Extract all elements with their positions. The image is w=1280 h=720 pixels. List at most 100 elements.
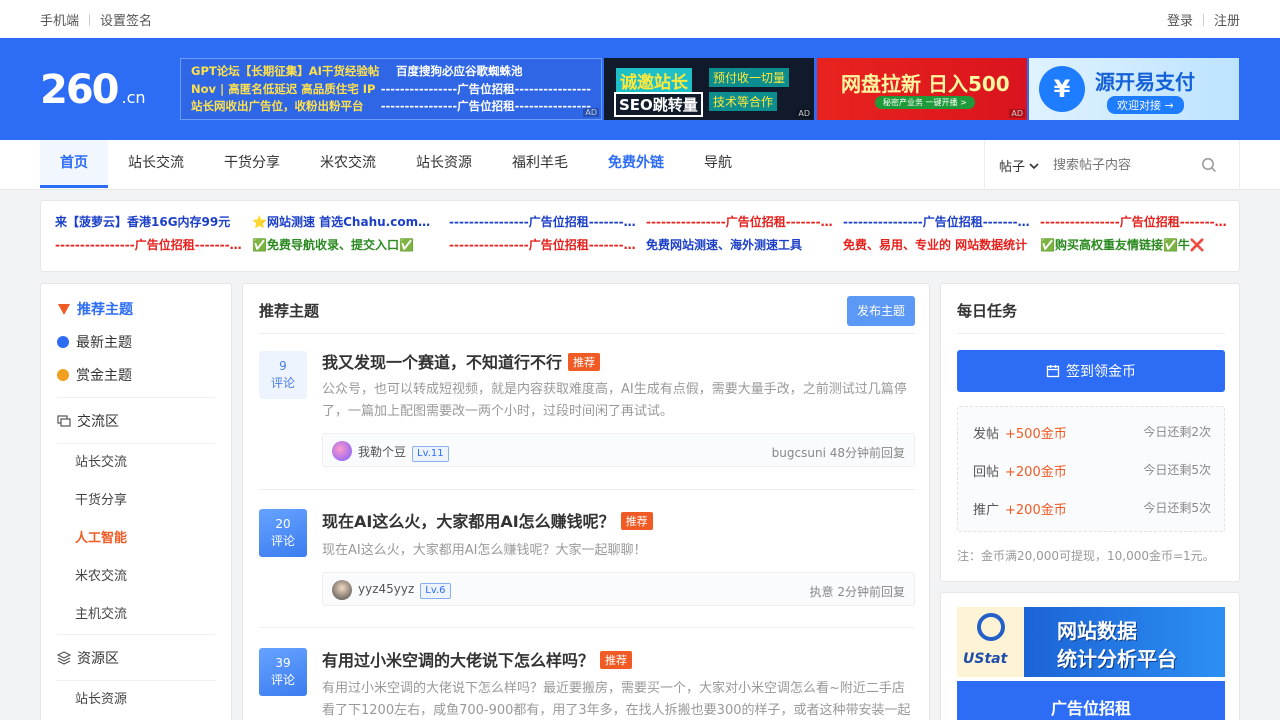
divider xyxy=(1202,13,1204,26)
text-ad-link[interactable]: Nov | 高匿名低延迟 高品质住宅 IP xyxy=(191,81,381,99)
site-logo[interactable]: 260 .cn xyxy=(40,68,146,120)
last-reply: bugcsuni 48分钟前回复 xyxy=(771,446,905,460)
sidebar-item-hosting[interactable]: 主机交流 xyxy=(57,596,215,634)
banner-text: 统计分析平台 xyxy=(1057,647,1177,671)
task-row: 发帖 +500金币 今日还剩2次 xyxy=(973,423,1211,442)
fire-icon xyxy=(58,303,70,315)
ad-link[interactable]: ----------------广告位招租---------------- xyxy=(1040,213,1237,231)
recommend-badge: 推荐 xyxy=(600,651,633,669)
banner-text: SEO跳转量 xyxy=(614,92,703,117)
new-topic-button[interactable]: 发布主题 xyxy=(847,296,915,326)
nav-directory[interactable]: 导航 xyxy=(684,140,752,188)
mobile-link[interactable]: 手机端 xyxy=(40,10,79,29)
calendar-icon xyxy=(1046,365,1060,378)
topic-item: 20 评论 现在AI这么火，大家都用AI怎么赚钱呢？ 推荐 现在AI这么火，大家都用… xyxy=(259,490,915,628)
task-remaining: 今日还剩2次 xyxy=(1143,425,1211,439)
topic-excerpt: 有用过小米空调的大佬说下怎么样吗？最近要搬房，需要买一个，大家对小米空调怎么看~… xyxy=(322,681,911,718)
section-title: 交流区 xyxy=(77,413,119,430)
search-type-select[interactable]: 帖子 xyxy=(999,156,1043,175)
search-icon[interactable] xyxy=(1201,157,1217,173)
sign-in-button[interactable]: 签到领金币 xyxy=(957,350,1225,392)
search-input[interactable] xyxy=(1053,157,1193,173)
text-ad-row: GPT论坛【长期征集】AI干货经验帖 百度搜狗必应谷歌蜘蛛池 xyxy=(191,63,591,81)
nav-webmaster[interactable]: 站长交流 xyxy=(108,140,204,188)
sidebar-item-latest[interactable]: 最新主题 xyxy=(57,325,215,358)
sidebar-item-label: 最新主题 xyxy=(76,334,132,351)
ad-label: AD xyxy=(583,108,599,117)
banner-ad-seo[interactable]: 诚邀站长 SEO跳转量 预付收一切量 技术等合作 AD xyxy=(604,58,814,120)
author-name[interactable]: 我勒个豆 Lv.11 xyxy=(358,443,449,462)
sidebar-item-domain[interactable]: 米农交流 xyxy=(57,558,215,596)
ad-link[interactable]: 免费、易用、专业的 网站数据统计 xyxy=(843,236,1040,254)
brand-name: UStat xyxy=(963,651,1008,667)
text-ad-block: GPT论坛【长期征集】AI干货经验帖 百度搜狗必应谷歌蜘蛛池 Nov | 高匿名… xyxy=(180,58,602,120)
sidebar-item-webmaster[interactable]: 站长交流 xyxy=(57,444,215,482)
banner-ad-netdisk[interactable]: 网盘拉新 日入500 秘密产业务 一键开播 > AD xyxy=(817,58,1027,120)
ad-link[interactable]: ✅购买高权重友情链接✅牛❌ xyxy=(1040,236,1237,254)
money-bag-icon: ¥ xyxy=(1039,66,1085,112)
sidebar-item-ai[interactable]: 人工智能 xyxy=(57,520,215,558)
sidebar-section-exchange: 交流区 xyxy=(57,397,215,443)
ad-link[interactable]: ✅免费导航收录、提交入口✅ xyxy=(252,236,449,254)
ad-link[interactable]: ----------------广告位招租---------------- xyxy=(646,213,843,231)
nav-domain[interactable]: 米农交流 xyxy=(300,140,396,188)
author-name[interactable]: yyz45yyz Lv.6 xyxy=(358,582,451,599)
ad-links-panel: 来【菠萝云】香港16G内存99元 ⭐网站测速 首选Chahu.com⭐ 🔥 ----… xyxy=(40,200,1240,272)
nav-free-links[interactable]: 免费外链 xyxy=(588,140,684,188)
ad-link[interactable]: ⭐网站测速 首选Chahu.com⭐ 🔥 xyxy=(252,213,449,231)
nav-tips[interactable]: 干货分享 xyxy=(204,140,300,188)
banner-text: 技术等合作 xyxy=(709,92,778,111)
main-nav: 首页 站长交流 干货分享 米农交流 站长资源 福利羊毛 免费外链 导航 帖子 xyxy=(0,140,1280,190)
panel-title: 每日任务 xyxy=(957,302,1018,320)
forum-sidebar: 推荐主题 最新主题 赏金主题 交流区 站长交流 干货分享 人工智能 米农交流 主… xyxy=(40,283,232,720)
topic-title[interactable]: 我又发现一个赛道，不知道行不行 推荐 xyxy=(322,349,601,373)
banner-text: 源开易支付 xyxy=(1095,70,1195,94)
sidebar-item-resources[interactable]: 站长资源 xyxy=(57,681,215,719)
site-header: 260 .cn GPT论坛【长期征集】AI干货经验帖 百度搜狗必应谷歌蜘蛛池 No… xyxy=(0,38,1280,140)
avatar[interactable] xyxy=(332,580,352,600)
sidebar-item-bounty[interactable]: 赏金主题 xyxy=(57,358,215,391)
ad-link[interactable]: ----------------广告位招租---------------- xyxy=(55,236,252,254)
ad-link[interactable]: ----------------广告位招租---------------- xyxy=(449,236,646,254)
search-box: 帖子 xyxy=(984,140,1240,190)
panel-header: 每日任务 xyxy=(957,284,1225,334)
layers-icon xyxy=(57,650,71,665)
text-ad-link[interactable]: 百度搜狗必应谷歌蜘蛛池 xyxy=(396,63,523,81)
text-ad-link[interactable]: ----------------广告位招租---------------- xyxy=(381,98,591,116)
task-row: 推广 +200金币 今日还剩5次 xyxy=(973,499,1211,518)
text-ad-link[interactable]: 站长网收出广告位，收粉出粉平台 xyxy=(191,98,381,116)
chat-icon xyxy=(57,414,71,427)
nav-home[interactable]: 首页 xyxy=(40,140,108,188)
section-title: 资源区 xyxy=(77,650,119,667)
task-reward: +200金币 xyxy=(1005,503,1067,518)
sidebar-item-tips[interactable]: 干货分享 xyxy=(57,482,215,520)
register-link[interactable]: 注册 xyxy=(1214,10,1240,29)
sidebar-sublist: 站长资源 xyxy=(57,680,215,719)
topic-excerpt: 现在AI这么火，大家都用AI怎么赚钱呢？大家一起聊聊！ xyxy=(322,543,647,558)
ustat-banner[interactable]: UStat 网站数据 统计分析平台 xyxy=(957,607,1225,677)
ad-link[interactable]: 来【菠萝云】香港16G内存99元 xyxy=(55,213,252,231)
ad-link[interactable]: 免费网站测速、海外测速工具 xyxy=(646,236,843,254)
sidebar-section-resources: 资源区 xyxy=(57,634,215,680)
sidebar-sublist: 站长交流 干货分享 人工智能 米农交流 主机交流 xyxy=(57,443,215,634)
sidebar-item-recommended[interactable]: 推荐主题 xyxy=(57,292,215,325)
nav-resources[interactable]: 站长资源 xyxy=(396,140,492,188)
ad-link[interactable]: ----------------广告位招租---------------- xyxy=(843,213,1040,231)
ad-rent-banner[interactable]: 广告位招租 xyxy=(957,681,1225,720)
login-link[interactable]: 登录 xyxy=(1167,10,1193,29)
banner-text: 网盘拉新 日入500 xyxy=(841,72,1010,96)
ad-link[interactable]: ----------------广告位招租---------------- xyxy=(449,213,646,231)
comment-count: 39 评论 xyxy=(259,648,307,696)
nav-deals[interactable]: 福利羊毛 xyxy=(492,140,588,188)
text-ad-link[interactable]: GPT论坛【长期征集】AI干货经验帖 xyxy=(191,63,396,81)
topic-title[interactable]: 有用过小米空调的大佬说下怎么样吗？ 推荐 xyxy=(322,647,633,671)
text-ad-link[interactable]: ----------------广告位招租---------------- xyxy=(381,81,591,99)
avatar[interactable] xyxy=(332,441,352,461)
task-remaining: 今日还剩5次 xyxy=(1143,501,1211,515)
topic-title[interactable]: 现在AI这么火，大家都用AI怎么赚钱呢？ 推荐 xyxy=(322,508,653,532)
topic-meta: yyz45yyz Lv.6 执意 2分钟前回复 xyxy=(322,572,915,606)
set-signature-link[interactable]: 设置签名 xyxy=(100,10,152,29)
banner-ad-payment[interactable]: ¥ 源开易支付 欢迎对接 → xyxy=(1029,58,1239,120)
level-badge: Lv.11 xyxy=(412,446,449,462)
task-action: 发帖 xyxy=(973,427,1000,442)
